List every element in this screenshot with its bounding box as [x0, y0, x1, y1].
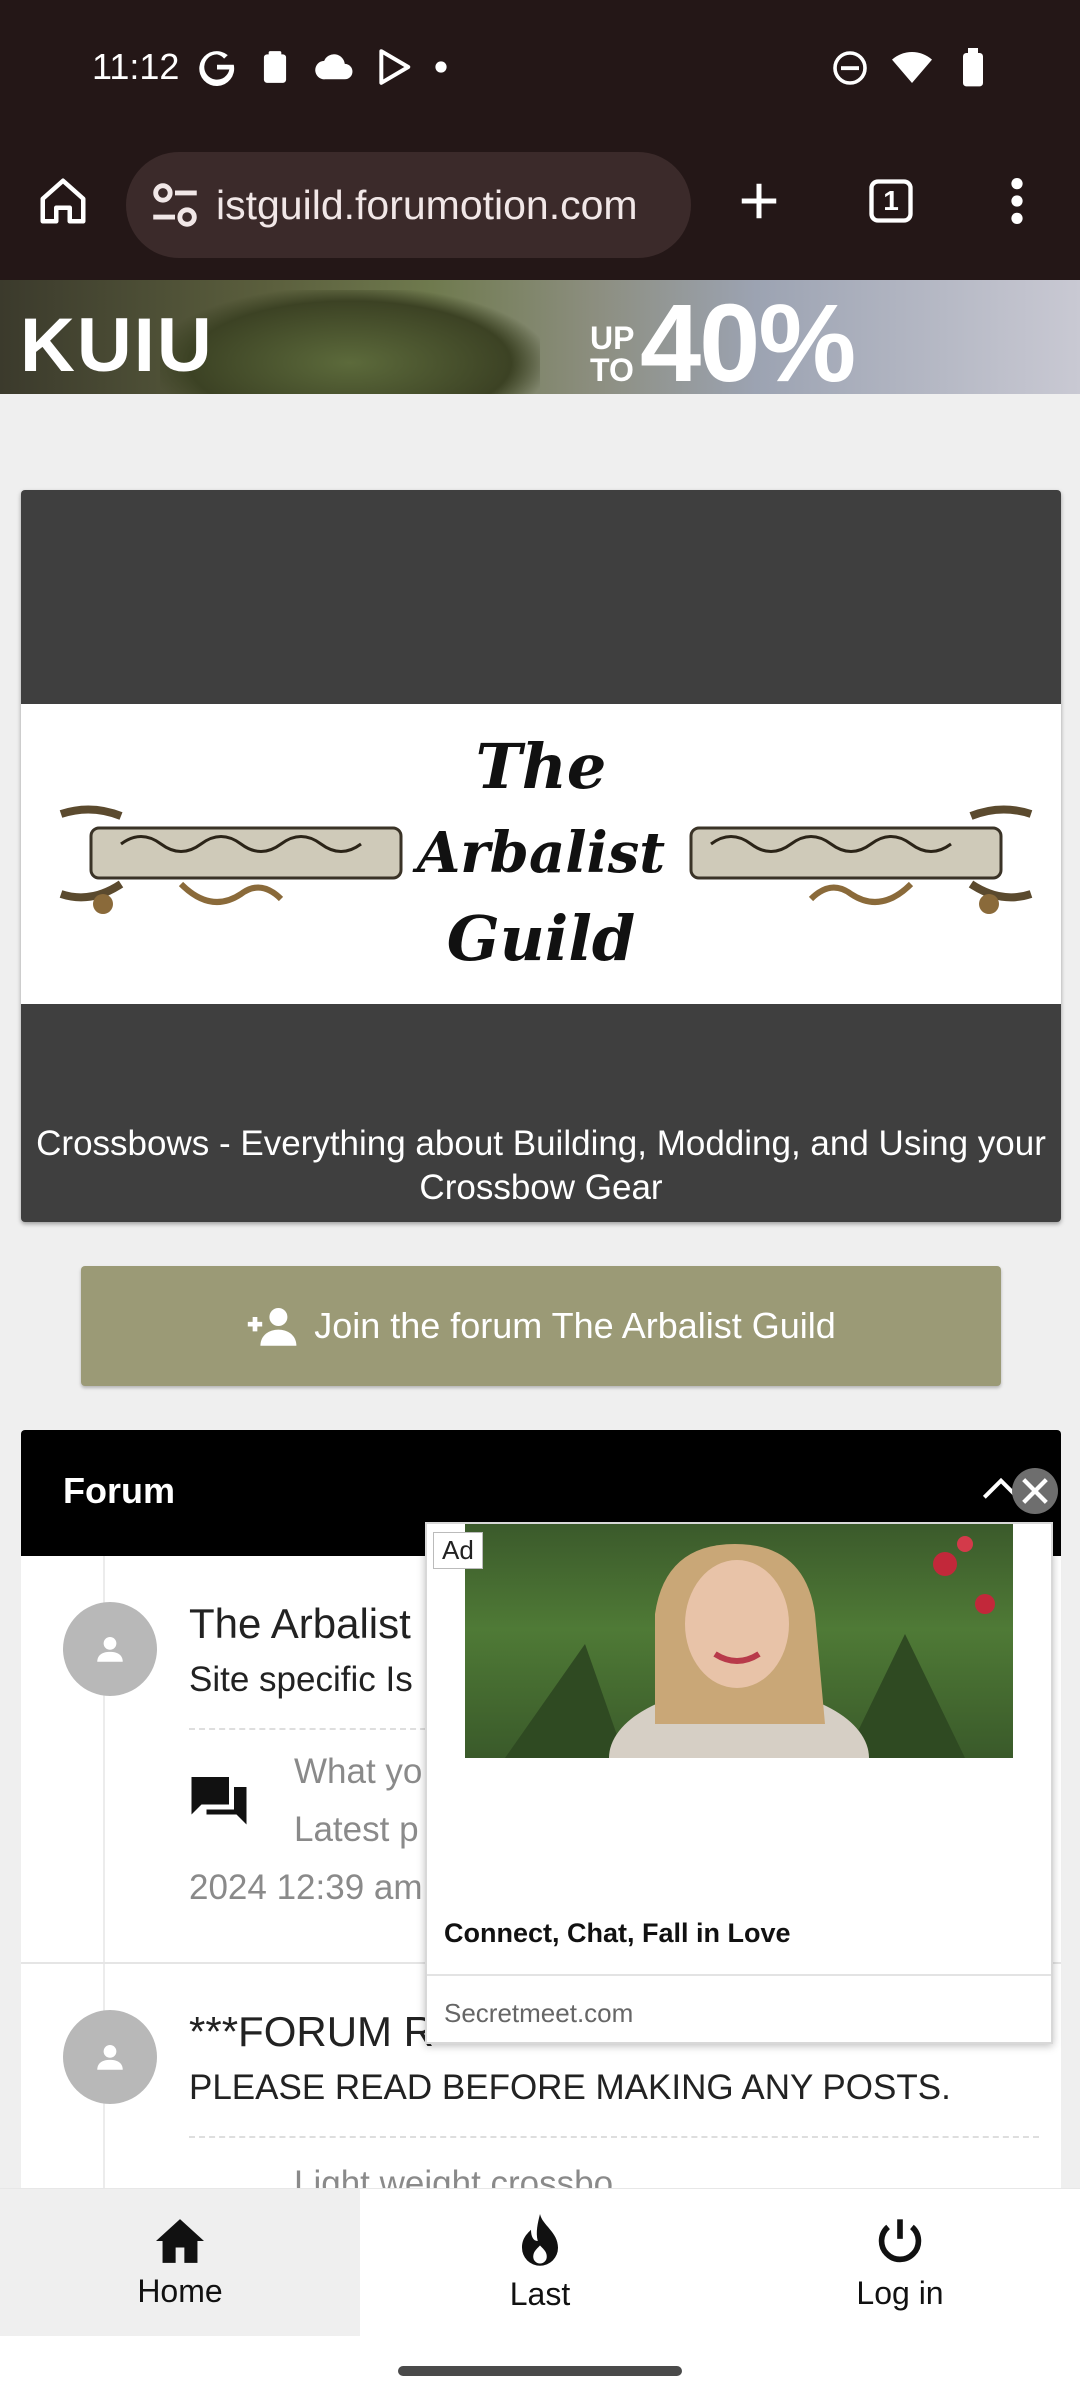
dashed-divider: [189, 2136, 1039, 2138]
ad-offer: 40% OFF: [640, 282, 856, 394]
forum-row-description: PLEASE READ BEFORE MAKING ANY POSTS.: [189, 2068, 951, 2107]
nav-login[interactable]: Log in: [720, 2189, 1080, 2337]
home-button[interactable]: [30, 168, 96, 234]
notification-icons: [198, 48, 448, 86]
forum-logo[interactable]: The Arbalist Guild: [21, 704, 1061, 1004]
battery-icon: [963, 48, 983, 87]
ad-label: Ad: [433, 1532, 483, 1569]
logo-line-3: Guild: [446, 902, 636, 975]
play-store-icon: [379, 49, 411, 85]
nav-home[interactable]: Home: [0, 2189, 360, 2337]
ad-brand: KUIU: [20, 303, 214, 388]
latest-post-label: Latest p: [294, 1810, 419, 1849]
ad-domain[interactable]: Secretmeet.com: [444, 1998, 633, 2029]
forum-chat-icon: [191, 1777, 247, 1825]
ad-headline[interactable]: Connect, Chat, Fall in Love: [444, 1918, 791, 1949]
gesture-bar: [0, 2336, 1080, 2400]
forum-header: The Arbalist Guild Crossbows - Everythin…: [21, 490, 1061, 1222]
last-topic-link[interactable]: What yo: [294, 1752, 422, 1792]
home-icon: [156, 2218, 204, 2263]
join-forum-label: Join the forum The Arbalist Guild: [314, 1305, 836, 1346]
system-icons: [832, 48, 990, 88]
logo-title: The Arbalist Guild: [411, 724, 671, 982]
logo-line-2: Arbalist: [416, 820, 666, 886]
popup-ad[interactable]: Ad Connect, Chat, Fall in Love Secretmee…: [425, 1522, 1053, 2044]
plus-icon: [741, 183, 777, 219]
ad-up-to: UP TO: [590, 320, 635, 388]
fire-icon: [522, 2213, 558, 2266]
logo-line-1: The: [475, 730, 607, 803]
ad-photo: [505, 1536, 995, 1758]
status-bar: 11:12: [0, 0, 1080, 138]
nav-login-label: Log in: [856, 2274, 944, 2311]
nav-home-label: Home: [137, 2272, 223, 2309]
forum-row-description: Site specific Is: [189, 1660, 413, 1699]
do-not-disturb-icon: [833, 51, 867, 85]
forum-tagline: Crossbows - Everything about Building, M…: [36, 1124, 1046, 1207]
top-ad-banner[interactable]: KUIU UPTO 40% OFF: [0, 280, 1080, 394]
tab-count: 1: [883, 185, 899, 216]
avatar: [63, 2010, 157, 2104]
bottom-nav: Home Last Log in: [0, 2188, 1080, 2337]
clipboard-icon: [263, 51, 287, 83]
new-tab-button[interactable]: [726, 168, 792, 234]
more-vert-icon: [1011, 178, 1023, 224]
user-icon: [97, 2044, 123, 2070]
dot-icon: [435, 61, 447, 73]
forum-row-title[interactable]: The Arbalist: [189, 1600, 411, 1648]
user-icon: [97, 1636, 123, 1662]
forum-row-title[interactable]: ***FORUM R: [189, 2008, 434, 2056]
home-icon: [40, 178, 86, 224]
google-icon: [199, 51, 235, 86]
close-ad-button[interactable]: [1012, 1468, 1058, 1514]
ad-image: [465, 1524, 1013, 1758]
ad-divider: [427, 1974, 1051, 1976]
avatar: [63, 1602, 157, 1696]
tab-switcher-button[interactable]: 1: [858, 168, 924, 234]
cloud-icon: [315, 54, 353, 80]
home-indicator[interactable]: [398, 2366, 682, 2376]
banner-scenery: [160, 290, 540, 394]
wifi-icon: [892, 52, 932, 83]
join-forum-button[interactable]: Join the forum The Arbalist Guild: [81, 1266, 1001, 1386]
nav-last-label: Last: [509, 2275, 571, 2312]
url-text: istguild.forumotion.com: [216, 182, 638, 228]
status-time: 11:12: [92, 46, 180, 87]
power-icon: [878, 2218, 922, 2262]
close-icon: [1022, 1478, 1048, 1504]
crossbow-left-image: [59, 805, 403, 914]
add-user-icon: [247, 1308, 297, 1346]
latest-post-date: 2024 12:39 am: [189, 1868, 423, 1907]
crossbow-right-image: [689, 805, 1033, 914]
nav-last[interactable]: Last: [360, 2189, 720, 2337]
address-bar[interactable]: istguild.forumotion.com: [126, 152, 691, 258]
menu-button[interactable]: [984, 168, 1050, 234]
site-settings-icon[interactable]: [146, 176, 204, 234]
forum-section-title: Forum: [63, 1470, 175, 1511]
